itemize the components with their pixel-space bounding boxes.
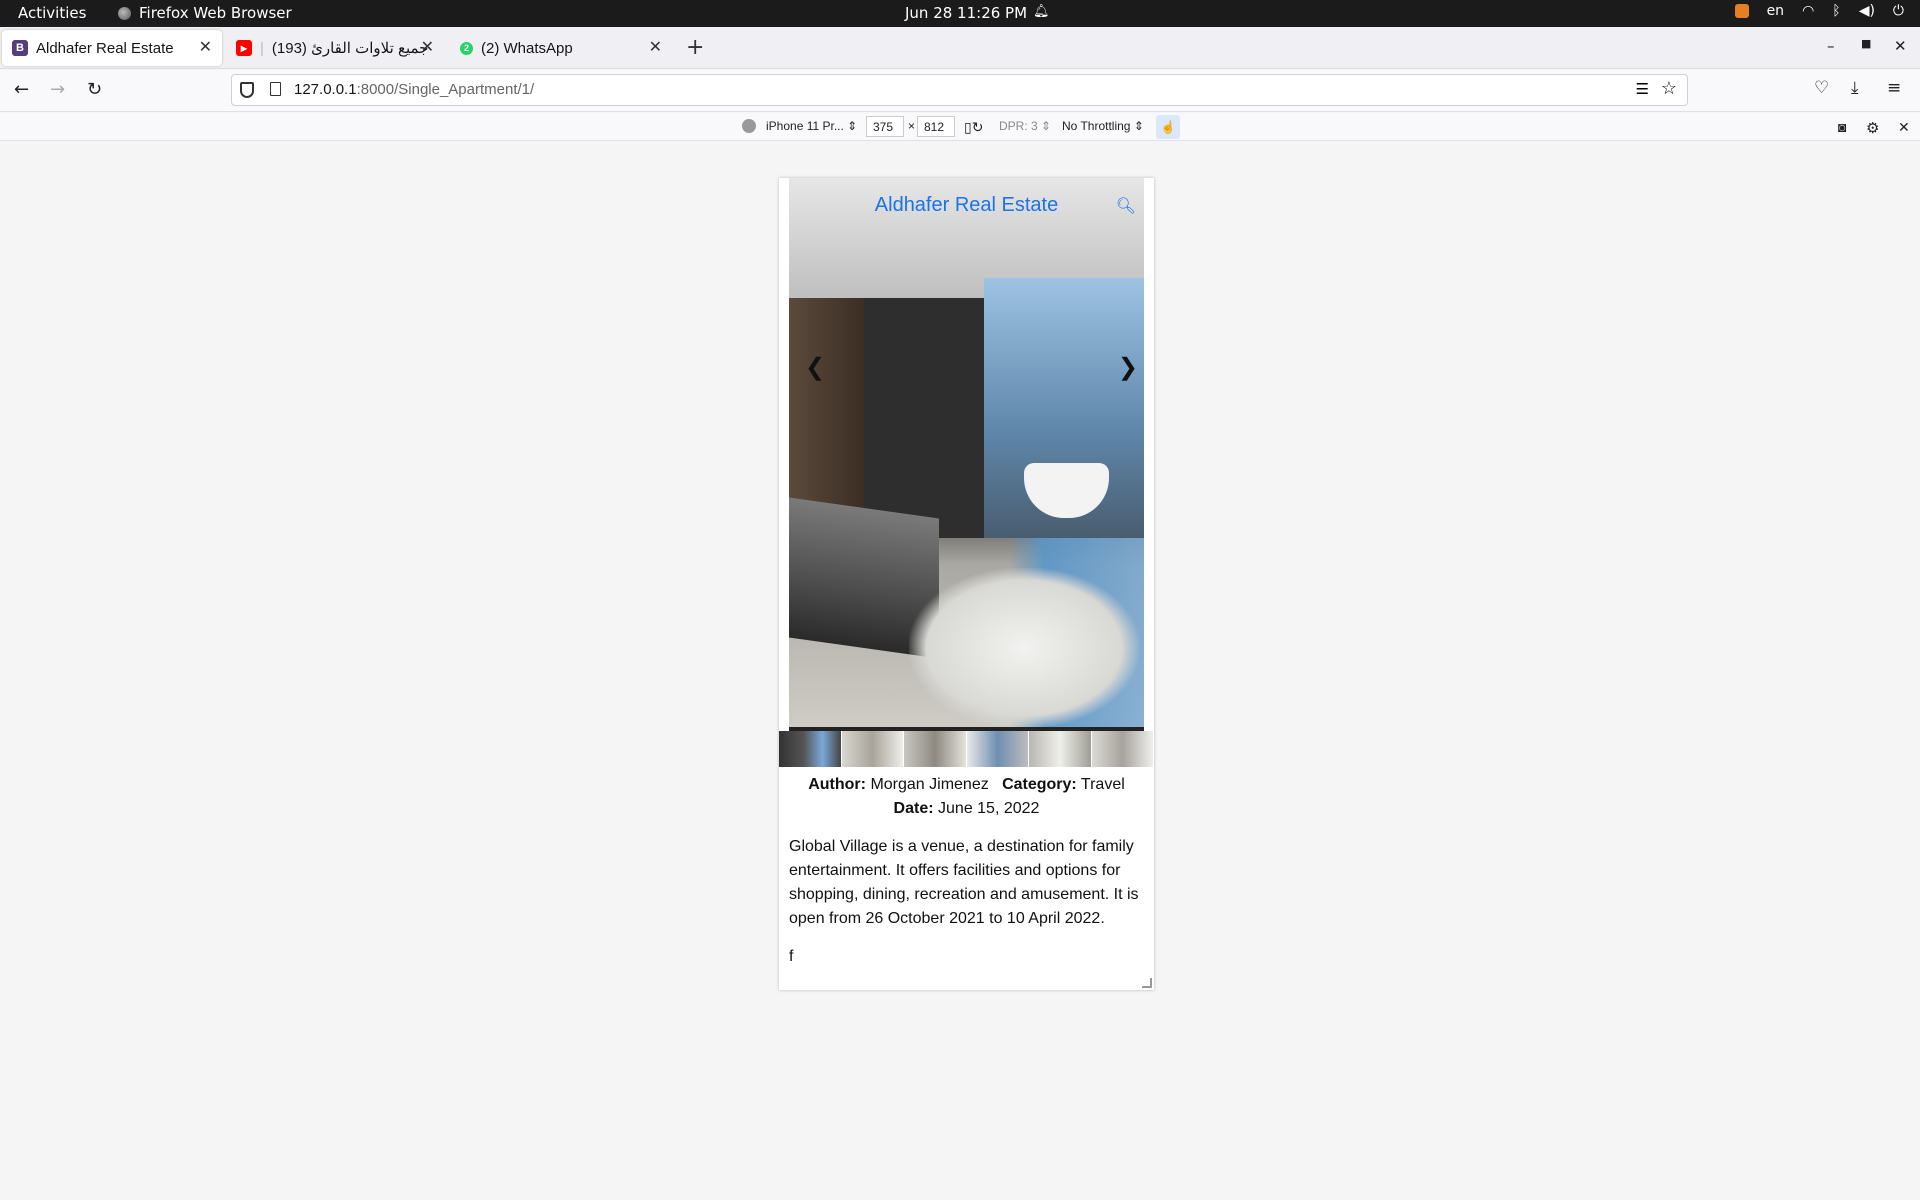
thumbnail-2[interactable] <box>841 731 904 767</box>
language-indicator[interactable]: en <box>1767 3 1785 19</box>
author-value: Morgan Jimenez <box>870 776 989 793</box>
maximize-window-button[interactable]: ■ <box>1861 37 1871 50</box>
whatsapp-favicon-icon: 2 <box>460 41 473 55</box>
thumbnail-4[interactable] <box>966 731 1029 767</box>
youtube-favicon-icon: ▶ <box>236 40 252 56</box>
new-tab-button[interactable]: + <box>686 35 704 60</box>
power-icon: ⏻ <box>1892 3 1904 19</box>
post-meta: Author: Morgan Jimenez Category: Travel … <box>779 773 1154 821</box>
pocket-icon[interactable]: ♡ <box>1814 78 1829 98</box>
minimize-window-button[interactable]: – <box>1827 37 1835 55</box>
tab-title: Aldhafer Real Estate <box>36 39 174 57</box>
hero-rug <box>909 568 1139 728</box>
apartment-description: Global Village is a venue, a destination… <box>789 838 1139 927</box>
date-value: June 15, 2022 <box>938 800 1040 817</box>
settings-gear-icon[interactable]: ⚙ <box>1866 119 1879 137</box>
meta-line-2: Date: June 15, 2022 <box>779 797 1154 821</box>
extra-text: f <box>789 948 794 965</box>
tab-title: (2) WhatsApp <box>481 39 573 57</box>
downloads-icon[interactable]: ⤓ <box>1851 78 1859 98</box>
reload-button[interactable]: ↻ <box>87 79 102 100</box>
carousel-prev-button[interactable]: ❮ <box>805 353 825 382</box>
resize-handle[interactable] <box>1142 978 1152 988</box>
tab-whatsapp[interactable]: 2 (2) WhatsApp ✕ <box>450 30 672 66</box>
date-label: Date: <box>893 800 934 817</box>
close-window-button[interactable]: ✕ <box>1894 37 1907 55</box>
viewport-width-input[interactable]: 375 <box>866 116 904 137</box>
meta-line-1: Author: Morgan Jimenez Category: Travel <box>779 773 1154 797</box>
back-button[interactable]: ← <box>14 79 29 100</box>
category-label: Category: <box>1002 776 1077 793</box>
system-top-bar: Activities Firefox Web Browser Jun 28 11… <box>0 0 1920 27</box>
tab-aldhafer[interactable]: B Aldhafer Real Estate ✕ <box>2 30 222 66</box>
touch-simulation-icon[interactable]: ☝ <box>1156 115 1180 139</box>
update-indicator-icon[interactable] <box>1734 4 1749 18</box>
device-icon <box>742 119 756 133</box>
tab-title: (193) جميع تلاوات القارئ <box>271 40 429 57</box>
url-host: 127.0.0.1 <box>294 81 357 98</box>
close-tab-icon[interactable]: ✕ <box>649 37 662 57</box>
clock[interactable]: Jun 28 11:26 PM <box>905 4 1027 22</box>
carousel-next-button[interactable]: ❯ <box>1118 353 1138 382</box>
responsive-design-toolbar: iPhone 11 Pr... ⇕ 375 × 812 ▯↻ DPR: 3 ⇕ … <box>0 113 1920 141</box>
dpr-selector[interactable]: DPR: 3 ⇕ <box>999 119 1051 133</box>
close-tab-icon[interactable]: ✕ <box>199 37 212 57</box>
thumbnail-3[interactable] <box>904 731 967 767</box>
tab-separator: | <box>260 39 264 57</box>
tracking-protection-icon[interactable] <box>240 82 254 98</box>
hero-wall <box>864 298 989 538</box>
notification-icon: 🔔︎ <box>1033 4 1050 19</box>
device-selector[interactable]: iPhone 11 Pr... ⇕ <box>766 119 857 133</box>
url-bar[interactable]: 127.0.0.1:8000/Single_Apartment/1/ ☰ ☆ <box>231 74 1688 106</box>
apartment-carousel: Aldhafer Real Estate 🔍︎ ❮ ❯ <box>789 178 1144 731</box>
throttling-label: No Throttling <box>1062 119 1131 133</box>
close-rdm-icon[interactable]: ✕ <box>1898 119 1910 136</box>
activities-button[interactable]: Activities <box>18 4 86 22</box>
close-tab-icon[interactable]: ✕ <box>421 37 434 57</box>
url-text[interactable]: 127.0.0.1:8000/Single_Apartment/1/ <box>294 81 534 98</box>
system-tray[interactable]: en ◠ ᛒ ◀︎) ⏻ <box>1734 3 1904 19</box>
volume-icon: ◀︎) <box>1858 3 1875 19</box>
author-label: Author: <box>808 776 866 793</box>
dimension-separator: × <box>908 119 916 133</box>
bookmark-star-icon[interactable]: ☆ <box>1661 78 1677 99</box>
rotate-icon[interactable]: ▯↻ <box>964 119 983 136</box>
thumbnail-6[interactable] <box>1091 731 1154 767</box>
app-menu[interactable]: Firefox Web Browser <box>118 4 292 22</box>
device-name: iPhone 11 Pr... <box>766 119 844 133</box>
bootstrap-favicon-icon: B <box>12 40 28 56</box>
url-path: :8000/Single_Apartment/1/ <box>356 81 535 98</box>
site-title[interactable]: Aldhafer Real Estate <box>789 194 1144 217</box>
tab-youtube[interactable]: ▶ | (193) جميع تلاوات القارئ ✕ <box>226 30 444 66</box>
app-name: Firefox Web Browser <box>139 4 292 22</box>
thumbnail-5[interactable] <box>1029 731 1092 767</box>
menu-icon[interactable]: ≡ <box>1887 78 1901 98</box>
throttling-selector[interactable]: No Throttling ⇕ <box>1062 119 1144 133</box>
reader-view-icon[interactable]: ☰ <box>1636 80 1649 98</box>
forward-button[interactable]: → <box>50 79 65 100</box>
tab-strip: B Aldhafer Real Estate ✕ ▶ | (193) جميع … <box>0 27 1920 69</box>
thumbnail-1[interactable] <box>779 731 842 767</box>
screenshot-icon[interactable]: ◙ <box>1838 119 1846 135</box>
page-info-icon[interactable] <box>270 82 281 96</box>
navigation-bar: ← → ↻ 127.0.0.1:8000/Single_Apartment/1/… <box>0 70 1920 112</box>
bluetooth-icon: ᛒ <box>1832 3 1841 19</box>
viewport-height-input[interactable]: 812 <box>917 116 955 137</box>
thumbnail-strip <box>779 731 1154 767</box>
firefox-icon <box>118 6 131 20</box>
device-viewport: Aldhafer Real Estate 🔍︎ ❮ ❯ Author: Morg… <box>779 178 1154 990</box>
dpr-label: DPR: 3 <box>999 119 1038 133</box>
search-icon[interactable]: 🔍︎ <box>1116 196 1136 216</box>
category-value: Travel <box>1080 776 1125 793</box>
wifi-icon: ◠ <box>1802 3 1815 19</box>
